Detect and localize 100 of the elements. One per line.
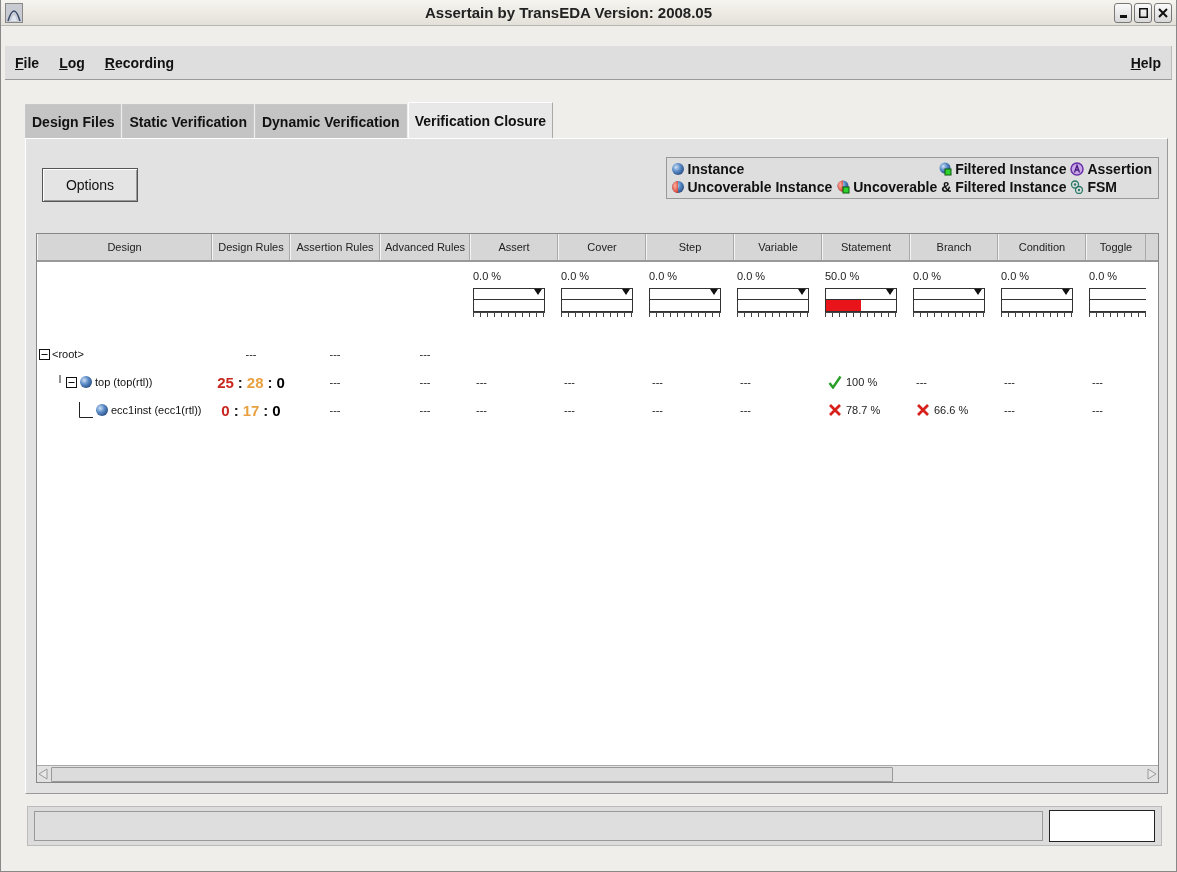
threshold-dropdown[interactable] bbox=[561, 288, 633, 299]
menu-item[interactable]: Log bbox=[59, 50, 93, 75]
minimize-icon bbox=[1119, 14, 1127, 18]
minimize-button[interactable] bbox=[1114, 2, 1132, 23]
coverage-bar bbox=[737, 299, 809, 312]
tick-scale bbox=[649, 312, 721, 317]
sphere-icon bbox=[95, 403, 109, 417]
tick-scale bbox=[737, 312, 809, 317]
tick-scale bbox=[1089, 312, 1146, 317]
table-cell: --- bbox=[652, 404, 663, 416]
column-header[interactable]: Design bbox=[37, 234, 212, 260]
coverage-percent: 0.0 % bbox=[473, 270, 503, 282]
scroll-thumb[interactable] bbox=[51, 766, 893, 782]
table-cell: --- bbox=[329, 404, 341, 416]
tick-scale bbox=[1001, 312, 1073, 317]
threshold-dropdown[interactable] bbox=[1089, 288, 1146, 299]
coverage-percent: 50.0 % bbox=[825, 270, 861, 282]
caret-icon bbox=[710, 289, 718, 295]
caret-icon bbox=[886, 289, 894, 295]
close-icon bbox=[1158, 7, 1168, 18]
coverage-percent: 0.0 % bbox=[1001, 270, 1031, 282]
tab[interactable]: Dynamic Verification bbox=[254, 104, 407, 138]
coverage-percent: 0.0 % bbox=[561, 270, 591, 282]
column-header[interactable]: Variable bbox=[734, 234, 822, 260]
caret-icon bbox=[1062, 289, 1070, 295]
threshold-dropdown[interactable] bbox=[825, 288, 897, 299]
column-header[interactable]: Step bbox=[646, 234, 734, 260]
column-header[interactable]: Statement bbox=[822, 234, 910, 260]
column-header[interactable]: Design Rules bbox=[212, 234, 290, 260]
maximize-icon bbox=[1138, 7, 1148, 18]
rule-count: 17 bbox=[242, 401, 260, 419]
tree-node-label[interactable]: <root> bbox=[52, 348, 84, 360]
table-cell: --- bbox=[652, 376, 663, 388]
coverage-percent: 0.0 % bbox=[913, 270, 943, 282]
legend-label: Instance bbox=[687, 161, 745, 177]
threshold-dropdown[interactable] bbox=[473, 288, 545, 299]
coverage-bar bbox=[913, 299, 985, 312]
caret-icon bbox=[534, 289, 542, 295]
tick-scale bbox=[561, 312, 633, 317]
sphere-icon bbox=[79, 375, 93, 389]
column-header[interactable]: Branch bbox=[910, 234, 998, 260]
column-header[interactable]: Assert bbox=[470, 234, 558, 260]
column-header[interactable]: Toggle bbox=[1086, 234, 1146, 260]
table-cell: 66.6 % bbox=[934, 404, 969, 416]
window-title: Assertain by TransEDA Version: 2008.05 bbox=[423, 4, 714, 21]
tick-scale bbox=[825, 312, 897, 317]
column-header[interactable]: Cover bbox=[558, 234, 646, 260]
check-icon bbox=[828, 375, 842, 389]
close-button[interactable] bbox=[1154, 2, 1172, 23]
table-cell: --- bbox=[419, 376, 431, 388]
threshold-dropdown[interactable] bbox=[737, 288, 809, 299]
table-cell: --- bbox=[419, 404, 431, 416]
column-header[interactable]: Condition bbox=[998, 234, 1086, 260]
coverage-bar bbox=[561, 299, 633, 312]
coverage-percent: 0.0 % bbox=[649, 270, 679, 282]
horizontal-scrollbar[interactable] bbox=[37, 765, 1158, 782]
tree-node-label[interactable]: ecc1inst (ecc1(rtl)) bbox=[111, 404, 202, 416]
threshold-dropdown[interactable] bbox=[913, 288, 985, 299]
sphere-icon bbox=[670, 162, 685, 176]
coverage-percent: 0.0 % bbox=[1089, 270, 1119, 282]
table-cell: --- bbox=[1092, 404, 1103, 416]
table-cell: --- bbox=[245, 348, 257, 360]
tab[interactable]: Verification Closure bbox=[407, 102, 554, 138]
threshold-dropdown[interactable] bbox=[1001, 288, 1073, 299]
collapse-icon[interactable] bbox=[39, 348, 50, 360]
table-cell: --- bbox=[564, 376, 575, 388]
caret-icon bbox=[974, 289, 982, 295]
table-cell: --- bbox=[329, 348, 341, 360]
options-button[interactable]: Options bbox=[42, 168, 138, 202]
coverage-percent: 0.0 % bbox=[737, 270, 767, 282]
tick-scale bbox=[913, 312, 985, 317]
table-cell: --- bbox=[329, 376, 341, 388]
column-header[interactable]: Advanced Rules bbox=[380, 234, 470, 260]
coverage-bar bbox=[1001, 299, 1073, 312]
tab[interactable]: Design Files bbox=[25, 104, 122, 138]
count-separator: : bbox=[263, 401, 269, 419]
table-cell: --- bbox=[740, 404, 751, 416]
table-cell: --- bbox=[476, 404, 487, 416]
rule-count: 25 bbox=[217, 373, 234, 391]
rule-count: 28 bbox=[246, 373, 264, 391]
caret-icon bbox=[622, 289, 630, 295]
menu-item[interactable]: Help bbox=[1130, 50, 1161, 75]
menu-item[interactable]: File bbox=[15, 50, 48, 75]
table-cell: --- bbox=[1004, 404, 1015, 416]
maximize-button[interactable] bbox=[1134, 2, 1152, 23]
collapse-icon[interactable] bbox=[66, 376, 77, 388]
legend-label: Filtered Instance bbox=[955, 161, 1067, 177]
tree-line bbox=[79, 402, 93, 418]
table-cell: --- bbox=[476, 376, 487, 388]
column-header[interactable]: Assertion Rules bbox=[290, 234, 380, 260]
tab[interactable]: Static Verification bbox=[122, 104, 254, 138]
threshold-dropdown[interactable] bbox=[649, 288, 721, 299]
rule-count: 0 bbox=[276, 373, 285, 391]
legend-label: Uncoverable Instance bbox=[687, 179, 833, 195]
coverage-bar bbox=[649, 299, 721, 312]
count-separator: : bbox=[237, 373, 243, 391]
tree-node-label[interactable]: top (top(rtl)) bbox=[95, 376, 153, 388]
menu-item[interactable]: Recording bbox=[104, 50, 183, 75]
count-separator: : bbox=[233, 401, 239, 419]
count-separator: : bbox=[267, 373, 273, 391]
